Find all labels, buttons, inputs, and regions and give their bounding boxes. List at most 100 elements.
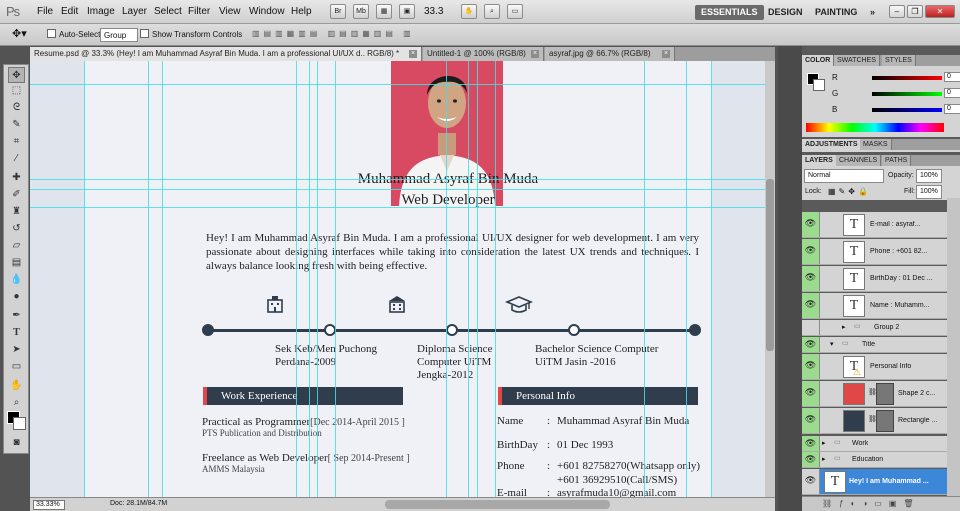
more-workspaces-icon[interactable]: » <box>864 5 881 20</box>
green-slider[interactable]: G0 <box>832 88 960 99</box>
healing-brush-icon[interactable]: ✚ <box>8 170 25 186</box>
tab-swatches[interactable]: SWATCHES <box>834 55 880 66</box>
layer-rectangle[interactable]: 👁 ⛓ Rectangle ... <box>802 408 947 434</box>
layer-group-work[interactable]: 👁 ▸ ▭ Work <box>802 436 947 452</box>
marquee-tool-icon[interactable]: ⬚ <box>8 83 25 99</box>
background-color-swatch[interactable] <box>13 417 26 430</box>
scroll-thumb[interactable] <box>766 179 774 351</box>
tab-untitled[interactable]: Untitled-1 @ 100% (RGB/8) × <box>423 47 544 61</box>
blue-slider-bar[interactable] <box>872 108 942 112</box>
layer-intro-text-selected[interactable]: 👁 T Hey! I am Muhammad ... <box>802 469 947 495</box>
history-brush-icon[interactable]: ↺ <box>8 221 25 237</box>
zoom-level[interactable]: 33.3 <box>424 6 443 17</box>
collapse-arrow-icon[interactable]: ▾ <box>830 340 834 348</box>
tab-color[interactable]: COLOR <box>802 55 835 66</box>
zoom-tool-icon[interactable]: ⌕ <box>8 395 25 411</box>
blend-mode-dropdown[interactable]: Normal <box>804 169 884 183</box>
status-zoom[interactable]: 33.33% <box>33 500 65 510</box>
eyedropper-tool-icon[interactable]: ⁄ <box>8 151 25 167</box>
tab-masks[interactable]: MASKS <box>860 139 892 150</box>
move-tool-icon[interactable]: ✥▾ <box>12 27 27 40</box>
lock-icons[interactable]: ▦✎✥🔒 <box>828 187 871 196</box>
expand-arrow-icon[interactable]: ▸ <box>822 439 826 447</box>
visibility-eye-icon[interactable]: 👁 <box>802 266 820 291</box>
menu-select[interactable]: Select <box>154 6 182 17</box>
pen-tool-icon[interactable]: ✒ <box>8 308 25 324</box>
auto-select-checkbox[interactable]: Auto-Select: <box>47 29 103 39</box>
layer-phone[interactable]: 👁 T Phone : +601 82... <box>802 239 947 265</box>
menu-file[interactable]: File <box>37 6 53 17</box>
tab-paths[interactable]: PATHS <box>882 155 912 166</box>
restore-icon[interactable]: ❐ <box>907 5 923 18</box>
vertical-scrollbar[interactable] <box>765 61 775 497</box>
canvas-area[interactable]: Muhammad Asyraf Bin Muda Web Developer H… <box>30 61 765 497</box>
visibility-eye-icon[interactable]: 👁 <box>802 337 820 352</box>
red-slider-bar[interactable] <box>872 76 942 80</box>
tab-styles[interactable]: STYLES <box>882 55 916 66</box>
menu-layer[interactable]: Layer <box>122 6 147 17</box>
visibility-eye-icon[interactable]: 👁 <box>802 408 820 433</box>
hand-tool-icon[interactable]: ✋ <box>461 4 477 19</box>
expand-arrow-icon[interactable]: ▸ <box>822 455 826 463</box>
workspace-painting[interactable]: PAINTING <box>809 5 863 20</box>
color-spectrum[interactable] <box>806 123 944 132</box>
visibility-eye-icon[interactable]: 👁 <box>802 293 820 318</box>
minimize-icon[interactable]: – <box>889 5 905 18</box>
stamp-tool-icon[interactable]: ♜ <box>8 204 25 220</box>
blue-value[interactable]: 0 <box>944 104 960 114</box>
hand-tool-icon[interactable]: ✋ <box>8 378 25 394</box>
visibility-eye-icon[interactable]: 👁 <box>802 354 820 379</box>
layer-name-row[interactable]: 👁 T Name : Muhamm... <box>802 293 947 319</box>
menu-filter[interactable]: Filter <box>188 6 210 17</box>
align-icons[interactable]: ▥▤▥▦▥▤ ▥▤▥▦▥▤ ▥ <box>252 29 415 38</box>
dodge-tool-icon[interactable]: ● <box>8 289 25 305</box>
tab-asyraf[interactable]: asyraf.jpg @ 66.7% (RGB/8) × <box>545 47 675 61</box>
arrange-docs-icon[interactable]: ▣ <box>399 4 415 19</box>
path-select-icon[interactable]: ➤ <box>8 342 25 358</box>
opacity-field[interactable]: 100% <box>916 169 942 183</box>
workspace-essentials[interactable]: ESSENTIALS <box>695 5 764 20</box>
bg-color-swatch[interactable] <box>813 79 825 91</box>
layer-shape-2[interactable]: 👁 ⛓ Shape 2 c... <box>802 381 947 407</box>
layer-personal-info[interactable]: 👁 T ⚠ Personal Info <box>802 354 947 380</box>
menu-help[interactable]: Help <box>291 6 312 17</box>
layer-group-education[interactable]: 👁 ▸ ▭ Education <box>802 452 947 468</box>
visibility-eye-icon[interactable]: 👁 <box>802 469 820 494</box>
eraser-tool-icon[interactable]: ▱ <box>8 238 25 254</box>
bridge-icon[interactable]: Br <box>330 4 346 19</box>
layers-scrollbar[interactable] <box>947 198 960 498</box>
menu-image[interactable]: Image <box>87 6 115 17</box>
lasso-tool-icon[interactable]: ᘓ <box>8 100 25 116</box>
quick-mask-icon[interactable]: ◙ <box>8 435 25 451</box>
quick-select-tool-icon[interactable]: ✎ <box>8 117 25 133</box>
red-slider[interactable]: R0 <box>832 72 960 83</box>
blur-tool-icon[interactable]: 💧 <box>8 272 25 288</box>
close-tab-icon[interactable]: × <box>409 50 417 58</box>
visibility-eye-icon[interactable]: 👁 <box>802 381 820 406</box>
layer-email[interactable]: 👁 T E-mail : asyraf... <box>802 212 947 238</box>
mini-bridge-icon[interactable]: Mb <box>353 4 369 19</box>
auto-select-dropdown[interactable]: Group <box>100 28 138 42</box>
zoom-tool-icon[interactable]: ⌕ <box>484 4 500 19</box>
crop-tool-icon[interactable]: ⌗ <box>8 134 25 150</box>
rectangle-tool-icon[interactable]: ▭ <box>8 359 25 375</box>
horizontal-scroll-thumb[interactable] <box>385 500 610 509</box>
screen-mode-icon[interactable]: ▭ <box>507 4 523 19</box>
visibility-eye-icon[interactable]: 👁 <box>802 452 820 467</box>
tab-channels[interactable]: CHANNELS <box>836 155 882 166</box>
brush-tool-icon[interactable]: ✐ <box>8 187 25 203</box>
visibility-eye-icon[interactable]: 👁 <box>802 212 820 237</box>
expand-arrow-icon[interactable]: ▸ <box>842 323 846 331</box>
workspace-design[interactable]: DESIGN <box>762 5 809 20</box>
visibility-eye-icon[interactable]: 👁 <box>802 239 820 264</box>
view-extras-icon[interactable]: ▦ <box>376 4 392 19</box>
menu-view[interactable]: View <box>219 6 241 17</box>
menu-edit[interactable]: Edit <box>61 6 78 17</box>
menu-window[interactable]: Window <box>249 6 285 17</box>
layer-group-2[interactable]: ▸ ▭ Group 2 <box>802 320 947 336</box>
close-tab-icon[interactable]: × <box>662 50 670 58</box>
close-tab-icon[interactable]: × <box>531 50 539 58</box>
type-tool-icon[interactable]: T <box>8 325 25 341</box>
visibility-eye-icon[interactable]: 👁 <box>802 436 820 451</box>
tab-resume[interactable]: Resume.psd @ 33.3% (Hey! I am Muhammad A… <box>30 47 422 61</box>
